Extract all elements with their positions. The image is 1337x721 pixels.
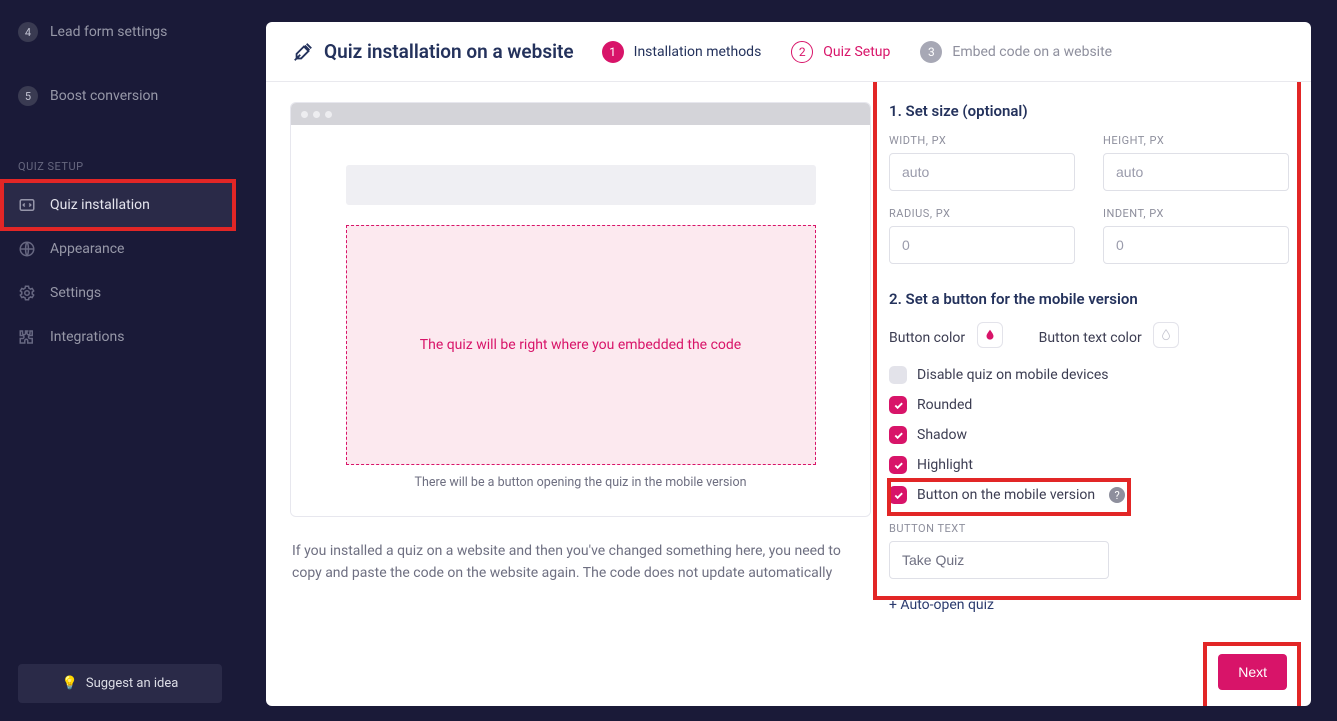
step-dot: 3 [920, 41, 942, 63]
left-column: The quiz will be right where you embedde… [266, 82, 871, 706]
update-note: If you installed a quiz on a website and… [292, 541, 841, 584]
browser-body: The quiz will be right where you embedde… [291, 125, 870, 516]
puzzle-icon [18, 328, 36, 346]
sidebar-item-label: Appearance [50, 241, 124, 257]
sidebar-item-quiz-installation[interactable]: Quiz installation [0, 179, 236, 231]
browser-bar [291, 103, 870, 125]
highlight-box-mobile [887, 478, 1131, 516]
right-column: 1. Set size (optional) WIDTH, PX HEIGHT,… [871, 82, 1311, 706]
panel-title: Quiz installation on a website [292, 40, 574, 63]
gear-icon [18, 284, 36, 302]
main: Quiz installation on a website 1 Install… [240, 0, 1337, 721]
bulb-icon: 💡 [62, 676, 78, 691]
tools-icon [292, 41, 314, 63]
highlight-box-next [1203, 642, 1301, 706]
globe-icon [18, 240, 36, 258]
step-label: Boost conversion [50, 88, 158, 104]
suggest-idea-button[interactable]: 💡 Suggest an idea [18, 664, 222, 703]
panel: Quiz installation on a website 1 Install… [266, 22, 1311, 706]
traffic-dot [325, 111, 332, 118]
traffic-dot [301, 111, 308, 118]
sidebar: 4 Lead form settings 5 Boost conversion … [0, 0, 240, 721]
sidebar-step-4[interactable]: 4 Lead form settings [0, 14, 240, 50]
step-number: 4 [18, 22, 38, 42]
step-indicator: 1 Installation methods 2 Quiz Setup 3 Em… [602, 41, 1112, 63]
step-1[interactable]: 1 Installation methods [602, 41, 762, 63]
sidebar-item-label: Integrations [50, 329, 124, 345]
traffic-dot [313, 111, 320, 118]
sidebar-item-label: Quiz installation [50, 197, 150, 213]
step-dot: 1 [602, 41, 624, 63]
placeholder-bar [346, 165, 816, 205]
page-title: Quiz installation on a website [324, 40, 574, 63]
step-label: Quiz Setup [823, 44, 890, 60]
suggest-label: Suggest an idea [86, 676, 179, 691]
step-label: Lead form settings [50, 24, 167, 40]
sidebar-section-label: QUIZ SETUP [0, 114, 240, 183]
panel-header: Quiz installation on a website 1 Install… [266, 22, 1311, 82]
step-dot: 2 [791, 41, 813, 63]
step-label: Embed code on a website [952, 44, 1112, 60]
highlight-box [873, 82, 1301, 600]
sidebar-item-appearance[interactable]: Appearance [0, 227, 240, 271]
step-label: Installation methods [634, 44, 762, 60]
panel-body: The quiz will be right where you embedde… [266, 82, 1311, 706]
sidebar-item-settings[interactable]: Settings [0, 271, 240, 315]
dashed-text: The quiz will be right where you embedde… [420, 337, 741, 353]
step-2[interactable]: 2 Quiz Setup [791, 41, 890, 63]
sidebar-step-5[interactable]: 5 Boost conversion [0, 78, 240, 114]
sidebar-item-label: Settings [50, 285, 101, 301]
preview-hint: There will be a button opening the quiz … [341, 475, 820, 490]
sidebar-item-integrations[interactable]: Integrations [0, 315, 240, 359]
quiz-embed-preview: The quiz will be right where you embedde… [346, 225, 816, 465]
preview-frame: The quiz will be right where you embedde… [290, 102, 871, 517]
step-number: 5 [18, 86, 38, 106]
code-icon [18, 196, 36, 214]
step-3[interactable]: 3 Embed code on a website [920, 41, 1112, 63]
